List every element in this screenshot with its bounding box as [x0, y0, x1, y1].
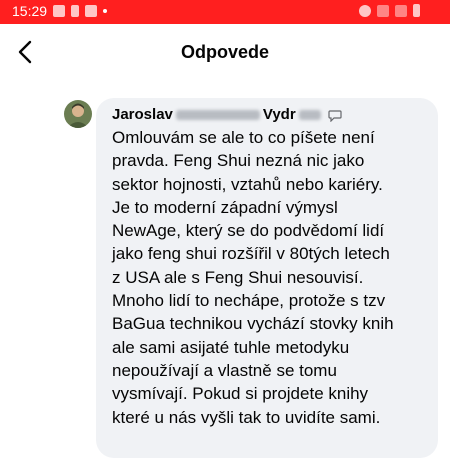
header: Odpovede	[0, 24, 450, 80]
comment-line: NewAge, který se do podvědomí lidí	[112, 221, 385, 241]
comment-line: vysmívají. Pokud si projdete knihy	[112, 384, 369, 404]
author-first-name: Jaroslav	[112, 106, 173, 123]
avatar[interactable]	[64, 100, 92, 128]
page-title: Odpovede	[180, 42, 269, 62]
comment-text: Omlouvám se ale to co píšete není pravda…	[112, 126, 432, 429]
comment-line: BaGua technikou vychází stovky knih	[112, 314, 394, 334]
author-last-name: Vydr	[262, 106, 296, 123]
comment-line: nepoužívají a vlastně se tomu	[112, 360, 337, 380]
comment-bubble: Jaroslav Vydr Omlouvám se ale to co píše…	[96, 98, 438, 458]
app-icon	[85, 5, 98, 17]
redacted-name	[175, 109, 260, 120]
status-time: 15:29	[12, 3, 48, 19]
dot-icon	[103, 9, 108, 13]
comment-line: Omlouvám se ale to co píšete není	[112, 128, 375, 147]
comment-line: Mnoho lidí to nechápe, protože s tzv	[112, 291, 386, 311]
redacted-name-end	[298, 109, 321, 120]
comment-line: které u nás vyšli tak to uvidíte sami.	[112, 407, 381, 427]
download-icon	[71, 5, 80, 17]
comment-line: pravda. Feng Shui nezná nic jako	[112, 151, 365, 171]
signal-icon	[395, 4, 407, 17]
wifi-icon	[377, 4, 389, 17]
status-bar: 15:29	[0, 0, 450, 24]
comment-line: Je to moderní západní výmysl	[112, 197, 338, 217]
comment-line: z USA ale s Feng Shui nesouvisí.	[112, 267, 364, 287]
gallery-icon	[53, 5, 66, 17]
comment-line: ale sami asijaté tuhle metodyku	[112, 337, 350, 357]
alarm-icon	[359, 4, 371, 17]
comment-line: sektor hojnosti, vztahů nebo kariéry.	[112, 174, 383, 194]
chat-bubble-icon	[328, 109, 342, 122]
battery-icon	[413, 4, 420, 17]
comment-author[interactable]: Jaroslav Vydr	[112, 106, 342, 123]
comment-line: jako feng shui rozšířil v 80tých letech	[112, 244, 390, 264]
